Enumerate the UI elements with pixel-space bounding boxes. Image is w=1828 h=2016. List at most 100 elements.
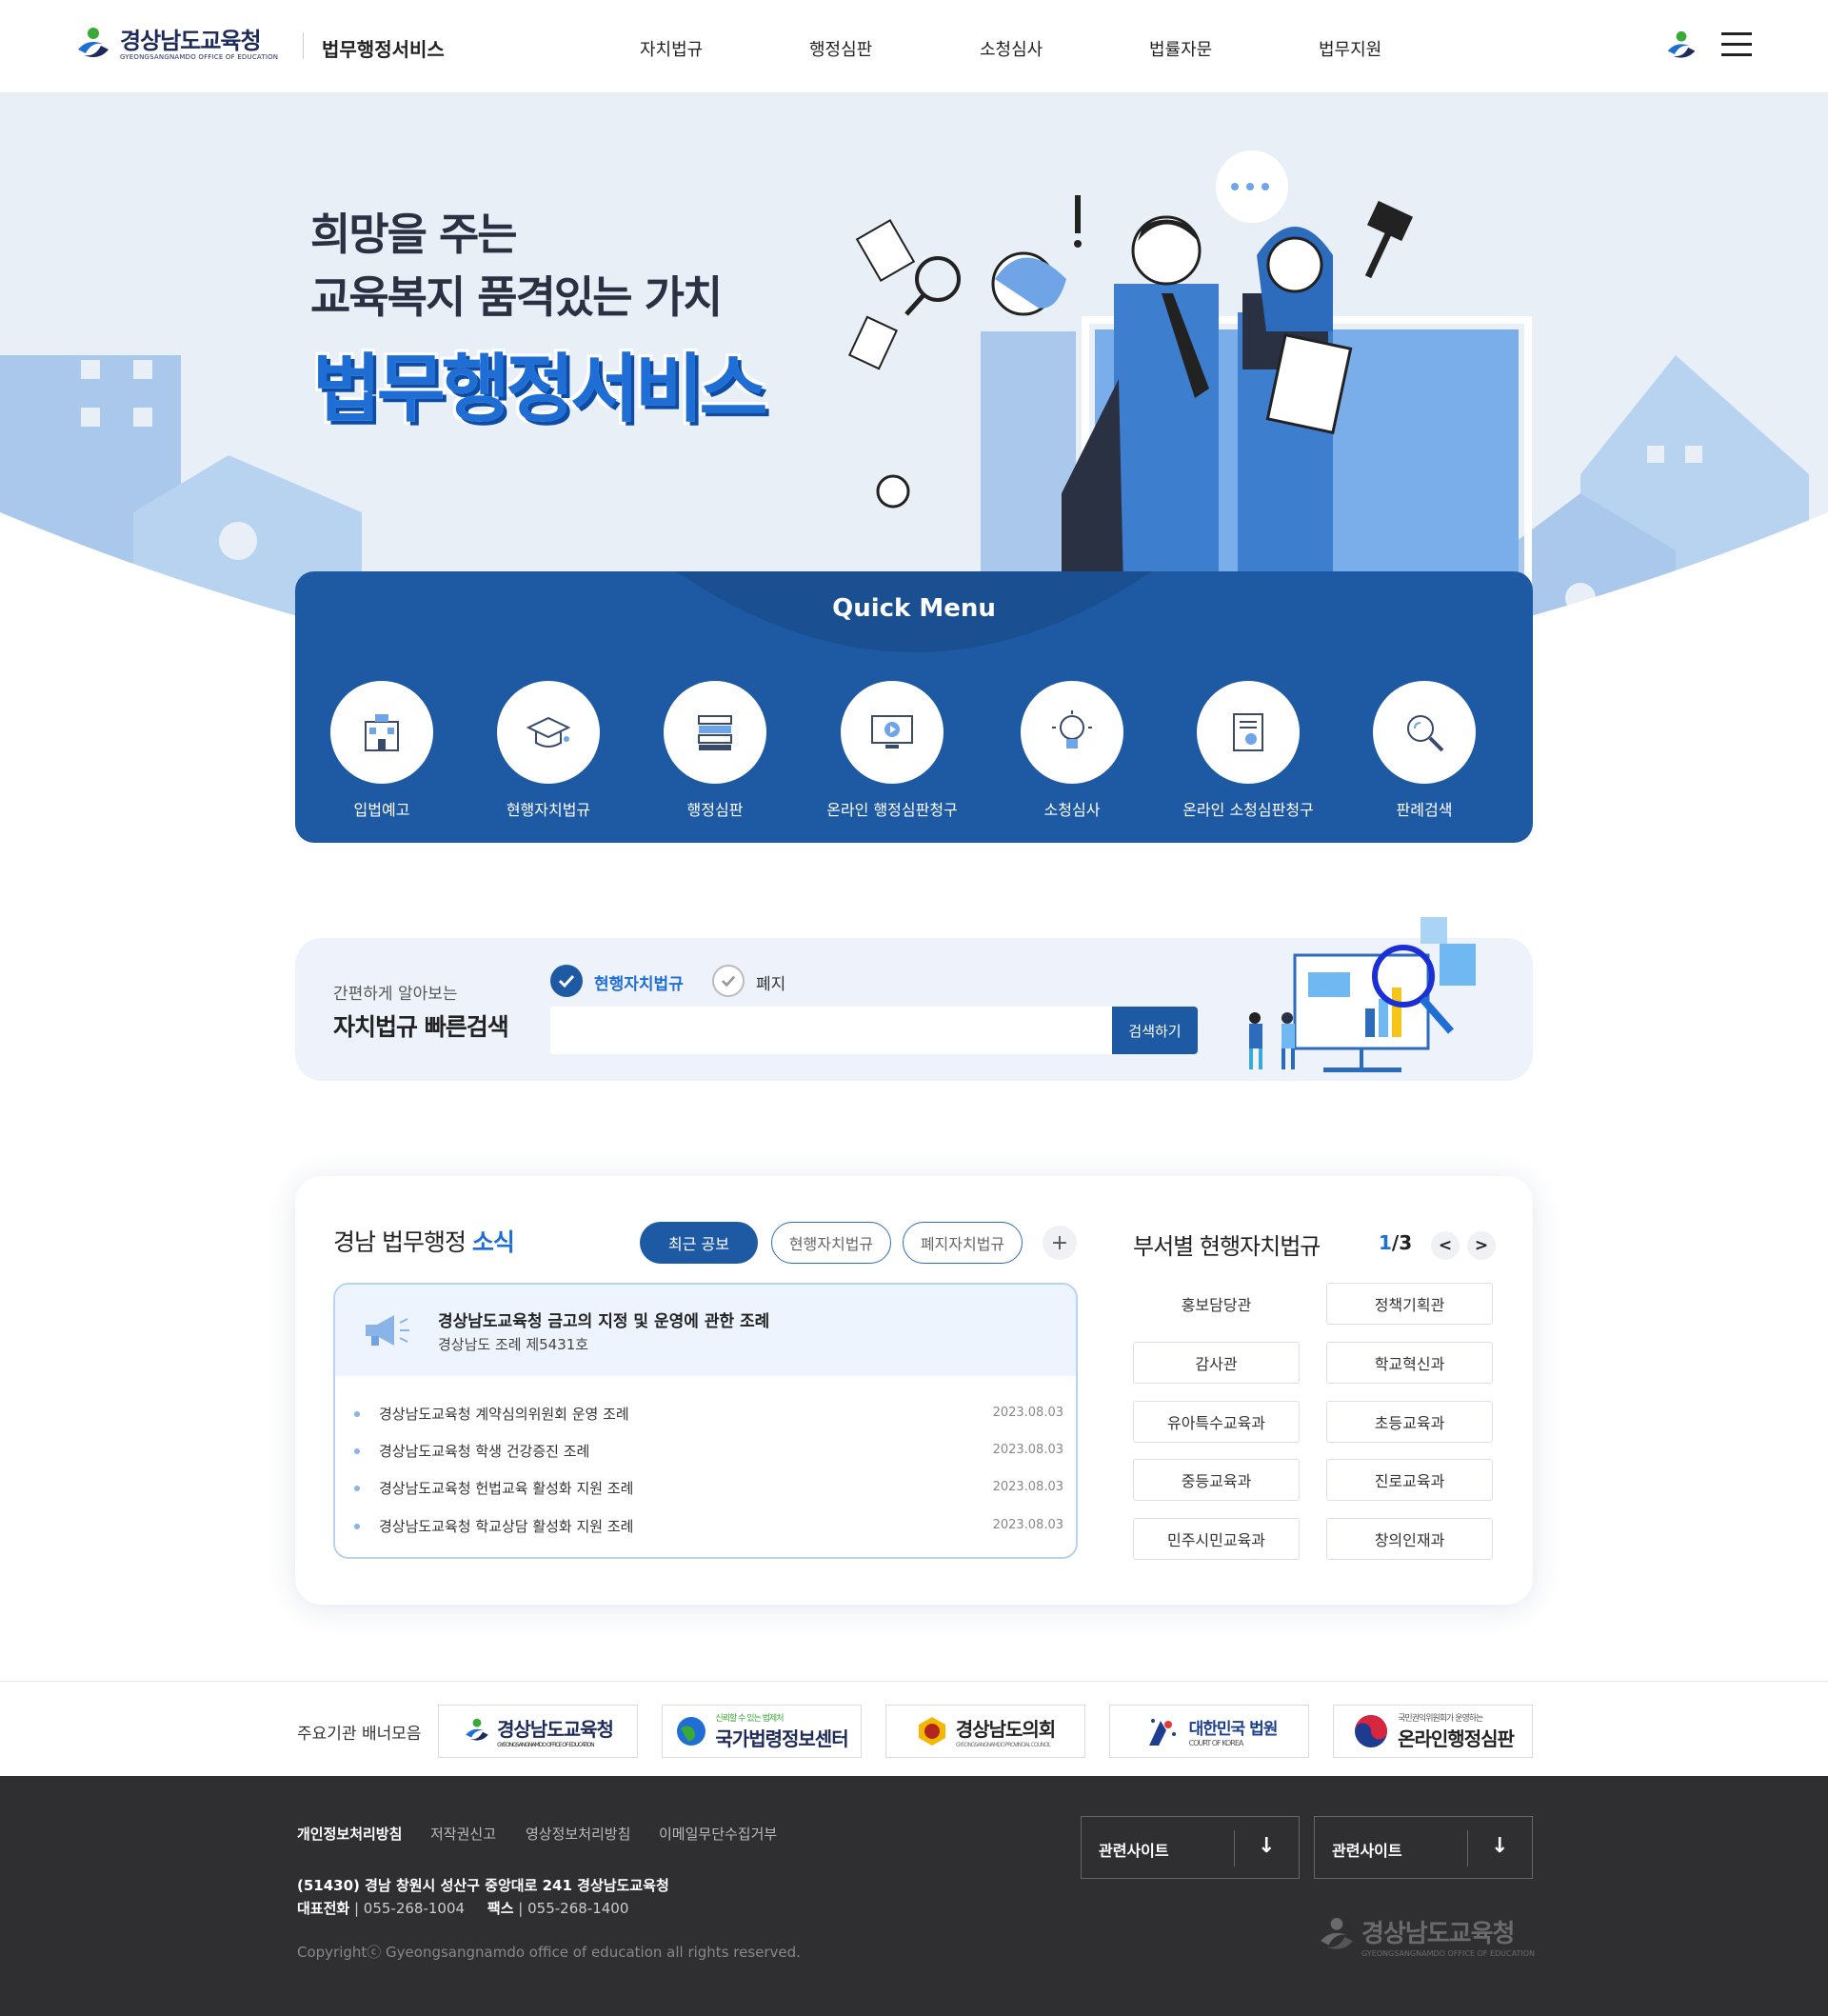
news-list-item[interactable]: 경상남도교육청 학생 건강증진 조례 2023.08.03 — [354, 1441, 1063, 1462]
organization-banners: 주요기관 배너모음 경상남도교육청 GYEONGSANGNAMDO OFFICE … — [0, 1681, 1828, 1776]
site-logo[interactable]: 경상남도교육청 GYEONGSANGNAMDO OFFICE OF EDUCAT… — [74, 27, 278, 63]
department-item[interactable]: 학교혁신과 — [1326, 1342, 1493, 1384]
pager-total: /3 — [1391, 1231, 1413, 1254]
footer-logo-subtitle: GYEONGSANGNAMDO OFFICE OF EDUCATION — [1361, 1949, 1535, 1958]
banner-name: 경상남도의회 — [955, 1718, 1056, 1741]
banner-law-info-center[interactable]: 신뢰할 수 있는 법제처국가법령정보센터 — [662, 1705, 862, 1758]
quick-item-petition-review[interactable]: 소청심사 — [986, 681, 1158, 820]
tab-abolished-ordinance[interactable]: 폐지자치법규 — [903, 1222, 1023, 1264]
quick-item-precedent-search[interactable]: 판례검색 — [1339, 681, 1510, 820]
megaphone-icon — [366, 1315, 409, 1346]
banner-name: 온라인행정심판 — [1398, 1727, 1515, 1750]
abolished-checkbox[interactable] — [712, 965, 745, 997]
department-item[interactable]: 창의인재과 — [1326, 1518, 1493, 1560]
quick-item-current-ordinance[interactable]: 현행자치법규 — [463, 681, 634, 820]
banner-education-office[interactable]: 경상남도교육청 GYEONGSANGNAMDO OFFICE OF EDUCATI… — [438, 1705, 638, 1758]
menu-hamburger-icon[interactable] — [1721, 32, 1752, 57]
featured-news-subtitle: 경상남도 조례 제5431호 — [438, 1336, 589, 1353]
education-office-logo-icon — [466, 1718, 488, 1741]
site-header: 경상남도교육청 GYEONGSANGNAMDO OFFICE OF EDUCAT… — [0, 0, 1828, 93]
news-list-item[interactable]: 경상남도교육청 학교상담 활성화 지원 조례 2023.08.03 — [354, 1516, 1063, 1537]
header-divider — [303, 32, 304, 59]
quick-item-online-petition[interactable]: 온라인 소청심판청구 — [1162, 681, 1334, 820]
department-item[interactable]: 초등교육과 — [1326, 1401, 1493, 1443]
banner-name: 국가법령정보센터 — [715, 1727, 848, 1750]
current-ordinance-label[interactable]: 현행자치법규 — [594, 970, 684, 994]
logo-title: 경상남도교육청 — [120, 28, 262, 54]
news-item-date: 2023.08.03 — [992, 1406, 1063, 1420]
fax-label: 팩스 — [487, 1900, 514, 1917]
education-office-logo-icon — [78, 28, 109, 57]
nav-item-legal-support[interactable]: 법무지원 — [1319, 36, 1381, 61]
tab-current-ordinance[interactable]: 현행자치법규 — [771, 1222, 891, 1264]
department-item[interactable]: 홍보담당관 — [1133, 1283, 1300, 1325]
hero-headline-1: 희망을 주는 — [310, 209, 518, 260]
copyright-report-link[interactable]: 저작권신고 — [430, 1824, 496, 1844]
quick-item-admin-appeal[interactable]: 행정심판 — [629, 681, 801, 820]
bullet-icon — [354, 1524, 360, 1529]
department-ordinance-title: 부서별 현행자치법규 — [1133, 1233, 1321, 1260]
nav-item-admin-appeal[interactable]: 행정심판 — [809, 36, 872, 61]
department-item[interactable]: 정책기획관 — [1326, 1283, 1493, 1325]
building-icon — [365, 714, 399, 751]
certificate-icon — [1233, 713, 1263, 751]
news-list-box: 경상남도교육청 금고의 지정 및 운영에 관한 조례 경상남도 조례 제5431… — [333, 1283, 1078, 1559]
hero-headline-2: 교육복지 품격있는 가치 — [310, 271, 723, 323]
banner-sub: GYEONGSANGNAMDO OFFICE OF EDUCATION — [497, 1742, 594, 1748]
privacy-policy-link[interactable]: 개인정보처리방침 — [297, 1824, 402, 1844]
prev-page-button[interactable]: < — [1431, 1231, 1460, 1260]
department-item[interactable]: 민주시민교육과 — [1133, 1518, 1300, 1560]
featured-news-title: 경상남도교육청 금고의 지정 및 운영에 관한 조례 — [438, 1312, 770, 1331]
quick-item-legislation-notice[interactable]: 입법예고 — [296, 681, 467, 820]
banner-sub: COURT OF KOREA — [1188, 1739, 1244, 1747]
quick-item-label: 행정심판 — [686, 801, 744, 819]
nav-item-ordinance[interactable]: 자치법규 — [640, 36, 703, 61]
news-list-item[interactable]: 경상남도교육청 헌법교육 활성화 지원 조례 2023.08.03 — [354, 1478, 1063, 1499]
magnifier-icon — [1407, 715, 1444, 752]
banner-online-admin-appeal[interactable]: 국민권익위원회가 운영하는 온라인행정심판 — [1333, 1705, 1533, 1758]
email-refusal-link[interactable]: 이메일무단수집거부 — [659, 1824, 777, 1844]
quick-item-online-admin-appeal[interactable]: 온라인 행정심판청구 — [806, 681, 978, 820]
department-item[interactable]: 유아특수교육과 — [1133, 1401, 1300, 1443]
current-ordinance-checkbox[interactable] — [550, 965, 583, 997]
department-item[interactable]: 중등교육과 — [1133, 1459, 1300, 1501]
tel-number: 055-268-1004 — [363, 1900, 466, 1917]
search-button[interactable]: 검색하기 — [1112, 1007, 1198, 1054]
next-page-button[interactable]: > — [1467, 1231, 1496, 1260]
globe-icon — [677, 1717, 706, 1746]
abolished-label[interactable]: 폐지 — [756, 970, 785, 994]
banner-provincial-council[interactable]: 경상남도의회 GYEONGSANGNAMDO PROVINCIAL COUNCIL — [885, 1705, 1085, 1758]
video-info-policy-link[interactable]: 영상정보처리방침 — [526, 1824, 630, 1844]
banner-sub: GYEONGSANGNAMDO PROVINCIAL COUNCIL — [955, 1742, 1051, 1748]
nav-item-legal-advice[interactable]: 법률자문 — [1149, 36, 1212, 61]
arrow-down-icon: ↓ — [1491, 1834, 1509, 1858]
related-sites-select-2[interactable]: 관련사이트 ↓ — [1314, 1816, 1533, 1879]
department-item[interactable]: 감사관 — [1133, 1342, 1300, 1384]
department-item[interactable]: 진로교육과 — [1326, 1459, 1493, 1501]
service-name[interactable]: 법무행정서비스 — [322, 34, 445, 62]
mini-logo-icon[interactable] — [1664, 30, 1699, 63]
banner-name: 대한민국 법원 — [1188, 1720, 1279, 1739]
nav-item-petition-review[interactable]: 소청심사 — [980, 36, 1043, 61]
legal-news-panel: 경남 법무행정 소식 최근 공보 현행자치법규 폐지자치법규 + 경상남도교육청… — [295, 1176, 1533, 1605]
news-list-item[interactable]: 경상남도교육청 계약심의위원회 운영 조례 2023.08.03 — [354, 1404, 1063, 1425]
quick-menu-title: Quick Menu — [832, 594, 996, 623]
tab-recent-gazette[interactable]: 최근 공보 — [640, 1222, 758, 1264]
banner-sub: 신뢰할 수 있는 법제처 — [715, 1714, 784, 1724]
banner-court-of-korea[interactable]: 대한민국 법원 COURT OF KOREA — [1109, 1705, 1309, 1758]
related-sites-select-1[interactable]: 관련사이트 ↓ — [1081, 1816, 1300, 1879]
tel-label: 대표전화 — [297, 1900, 350, 1917]
bullet-icon — [354, 1448, 360, 1454]
ordinance-search-input[interactable] — [550, 1007, 1112, 1054]
quick-item-label: 소청심사 — [1043, 801, 1101, 819]
ordinance-quick-search: 간편하게 알아보는 자치법규 빠른검색 현행자치법규 폐지 검색하기 — [295, 917, 1533, 1081]
pager-current: 1 — [1379, 1231, 1392, 1254]
books-icon — [698, 715, 732, 750]
news-title-accent: 소식 — [471, 1228, 515, 1256]
featured-news[interactable]: 경상남도교육청 금고의 지정 및 운영에 관한 조례 경상남도 조례 제5431… — [335, 1285, 1076, 1376]
quick-item-label: 현행자치법규 — [506, 801, 591, 819]
search-title: 자치법규 빠른검색 — [333, 1013, 509, 1041]
more-plus-icon[interactable]: + — [1043, 1226, 1077, 1260]
court-emblem-icon — [1148, 1719, 1176, 1746]
news-title: 경남 법무행정 소식 — [333, 1224, 515, 1258]
